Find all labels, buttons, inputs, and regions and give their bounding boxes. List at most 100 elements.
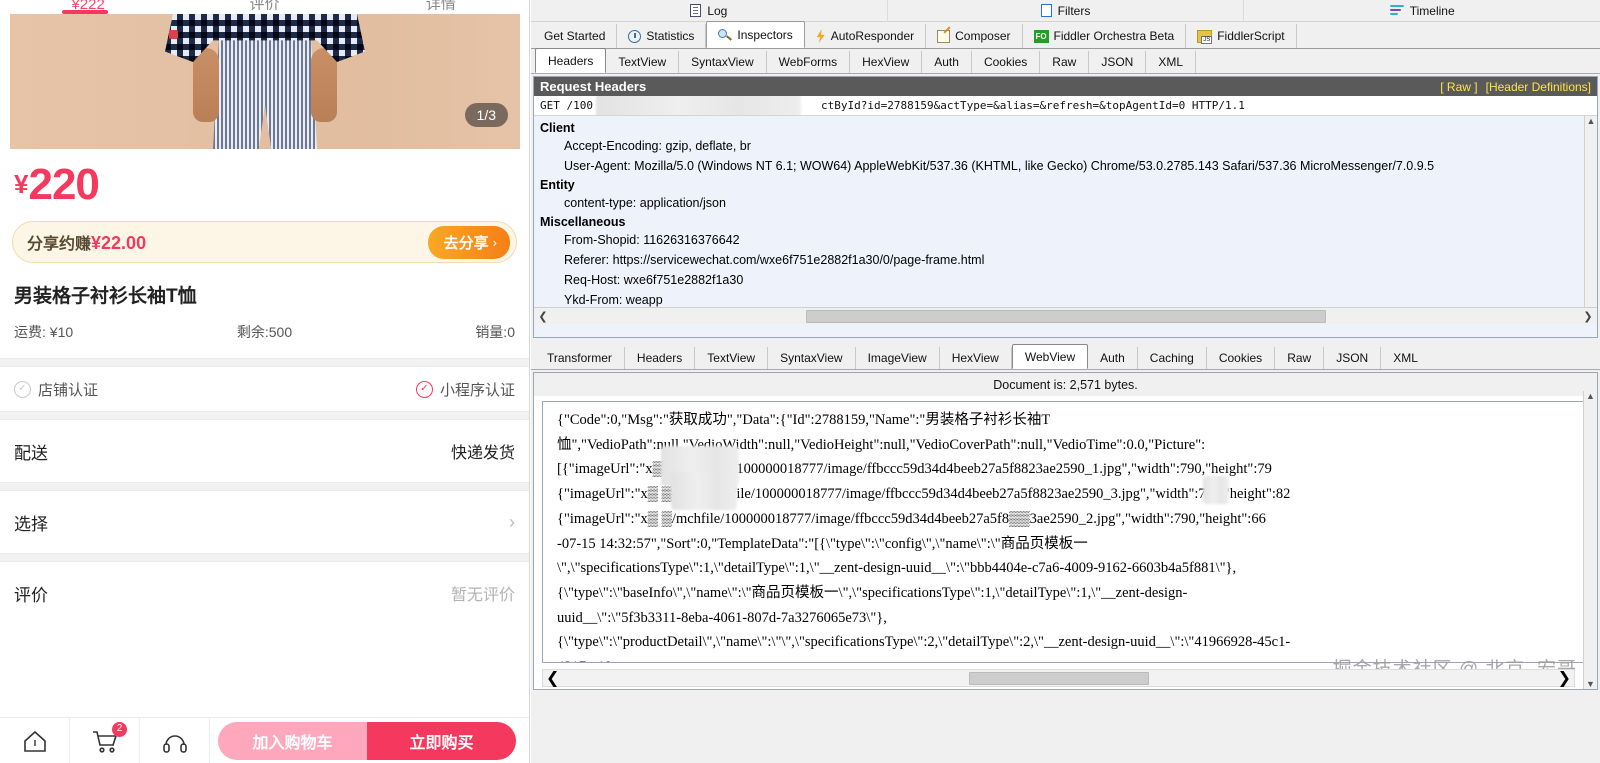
response-body-line: {"imageUrl":"x▒ ▒/mchfile/100000018777/i… (557, 510, 1266, 527)
customer-service-icon[interactable] (140, 718, 210, 763)
header-content-type: content-type: application/json (564, 196, 726, 210)
response-tab-auth-label: Auth (1100, 351, 1125, 365)
response-tab-syntaxview[interactable]: SyntaxView (768, 347, 856, 369)
carousel-page-counter: 1/3 (464, 103, 508, 127)
tab-fiddler-orchestra-beta[interactable]: FO Fiddler Orchestra Beta (1023, 24, 1187, 48)
response-tab-raw-label: Raw (1287, 351, 1312, 365)
buy-now-button[interactable]: 立即购买 (367, 721, 516, 760)
mobile-tab-detail[interactable]: 详情 (353, 0, 529, 10)
request-tab-webforms[interactable]: WebForms (767, 51, 851, 73)
tab-statistics[interactable]: Statistics (617, 24, 707, 48)
response-tab-syntaxview-label: SyntaxView (780, 351, 843, 365)
scroll-right-icon[interactable]: ❯ (1581, 310, 1595, 323)
response-hscroll-thumb[interactable] (968, 671, 1149, 685)
scroll-left-icon[interactable]: ❮ (536, 310, 550, 323)
home-icon[interactable] (0, 718, 70, 763)
request-tab-json[interactable]: JSON (1089, 51, 1147, 73)
fo-icon: FO (1033, 29, 1049, 43)
response-body-line: 4317-a18a- (557, 655, 1588, 662)
scroll-left-icon[interactable]: ❮ (546, 668, 559, 688)
response-tab-headers[interactable]: Headers (625, 347, 696, 369)
scroll-right-icon[interactable]: ❯ (1558, 668, 1571, 688)
request-tab-raw[interactable]: Raw (1040, 51, 1090, 73)
redacted-host-blur (1203, 476, 1229, 504)
response-tab-headers-label: Headers (636, 351, 683, 365)
tab-composer[interactable]: Composer (926, 24, 1023, 48)
response-tab-hexview[interactable]: HexView (940, 347, 1012, 369)
mobile-top-tabs: ¥222 评价 详情 (0, 0, 529, 14)
request-hscroll-thumb[interactable] (805, 309, 1326, 323)
request-tab-xml[interactable]: XML (1146, 51, 1197, 73)
toolbar-filters-label: Filters (1057, 3, 1091, 18)
request-tab-syntaxview[interactable]: SyntaxView (679, 51, 767, 73)
request-tab-auth[interactable]: Auth (922, 51, 972, 73)
tab-autoresponder[interactable]: AutoResponder (805, 24, 927, 48)
mobile-tab-review[interactable]: 评价 (176, 0, 352, 10)
request-line-prefix: GET /100 (540, 99, 593, 112)
response-tab-caching-label: Caching (1149, 351, 1194, 365)
response-body-line: {"Code":0,"Msg":"获取成功","Data":{"Id":2788… (557, 412, 1051, 428)
go-share-button[interactable]: 去分享 › (427, 225, 510, 259)
response-tab-auth[interactable]: Auth (1088, 347, 1138, 369)
scroll-down-icon[interactable]: ▼ (1586, 679, 1595, 689)
header-referer: Referer: https://servicewechat.com/wxe6f… (564, 253, 985, 267)
product-title: 男装格子衬衫长袖T恤 (14, 286, 197, 307)
request-vertical-scrollbar[interactable]: ▲ ▼ (1584, 116, 1597, 324)
meta-stock: 剩余:500 (236, 324, 293, 340)
scroll-up-icon[interactable]: ▲ (1587, 116, 1596, 126)
delivery-row[interactable]: 配送 快递发货 (0, 420, 529, 482)
toolbar-timeline-label: Timeline (1409, 3, 1455, 18)
section-divider (0, 358, 529, 367)
toolbar-item-filters[interactable]: Filters (888, 0, 1245, 22)
header-user-agent: User-Agent: Mozilla/5.0 (Windows NT 6.1;… (564, 159, 1435, 173)
response-vertical-scrollbar[interactable]: ▲ ▼ (1583, 391, 1597, 689)
tab-inspectors[interactable]: Inspectors (706, 21, 805, 48)
request-tab-hexview-label: HexView (862, 55, 910, 69)
toolbar-item-timeline[interactable]: Timeline (1244, 0, 1600, 22)
response-tab-webview[interactable]: WebView (1011, 344, 1089, 369)
request-tab-webforms-label: WebForms (778, 55, 838, 69)
log-icon (690, 4, 702, 17)
header-accept-encoding: Accept-Encoding: gzip, deflate, br (564, 139, 751, 153)
response-tab-caching[interactable]: Caching (1138, 347, 1207, 369)
header-req-host: Req-Host: wxe6f751e2882f1a30 (564, 273, 744, 287)
response-webview-content[interactable]: {"Code":0,"Msg":"获取成功","Data":{"Id":2788… (542, 401, 1589, 663)
response-horizontal-scrollbar[interactable]: ❮ ❯ (542, 669, 1575, 687)
tab-get-started[interactable]: Get Started (533, 24, 618, 48)
tab-statistics-label: Statistics (646, 29, 695, 43)
miniprogram-certification: ✓ 小程序认证 (415, 379, 515, 400)
add-to-cart-button[interactable]: 加入购物车 (218, 721, 367, 760)
raw-link[interactable]: [ Raw ] (1440, 80, 1477, 94)
toolbar-item-log[interactable]: Log (531, 0, 888, 22)
header-definitions-link[interactable]: [Header Definitions] (1486, 80, 1591, 94)
reviews-row[interactable]: 评价 暂无评价 (0, 562, 529, 624)
mobile-tab-price[interactable]: ¥222 (0, 0, 176, 10)
purchase-button-group: 加入购物车 立即购买 (218, 721, 516, 760)
section-divider (0, 553, 529, 562)
response-tab-xml[interactable]: XML (1381, 347, 1430, 369)
request-tab-hexview[interactable]: HexView (850, 51, 923, 73)
cart-icon[interactable]: 2 (70, 718, 140, 763)
request-tab-cookies[interactable]: Cookies (972, 51, 1041, 73)
toolbar-log-label: Log (707, 3, 728, 18)
response-tab-transformer[interactable]: Transformer (535, 347, 625, 369)
response-tab-cookies[interactable]: Cookies (1207, 347, 1276, 369)
response-tab-raw[interactable]: Raw (1275, 347, 1325, 369)
scroll-up-icon[interactable]: ▲ (1586, 391, 1595, 401)
shop-certification: ✓ 店铺认证 (14, 379, 98, 400)
price-amount: 220 (28, 160, 99, 209)
share-earn-banner[interactable]: 分享约赚¥22.00 去分享 › (12, 221, 517, 263)
select-sku-row[interactable]: 选择 › (0, 491, 529, 553)
tab-fiddlerscript[interactable]: FiddlerScript (1186, 24, 1297, 48)
delivery-label: 配送 (14, 443, 48, 463)
product-image-carousel[interactable]: 1/3 (10, 14, 520, 149)
response-tab-imageview[interactable]: ImageView (856, 347, 940, 369)
tab-get-started-label: Get Started (544, 29, 606, 43)
request-headers-title: Request Headers (540, 79, 647, 94)
response-tab-textview[interactable]: TextView (695, 347, 769, 369)
header-group-miscellaneous: Miscellaneous (540, 215, 626, 229)
request-horizontal-scrollbar[interactable]: ❮ ❯ (534, 307, 1597, 324)
request-tab-textview[interactable]: TextView (606, 51, 680, 73)
response-tab-json[interactable]: JSON (1324, 347, 1382, 369)
request-tab-headers[interactable]: Headers (535, 48, 607, 73)
